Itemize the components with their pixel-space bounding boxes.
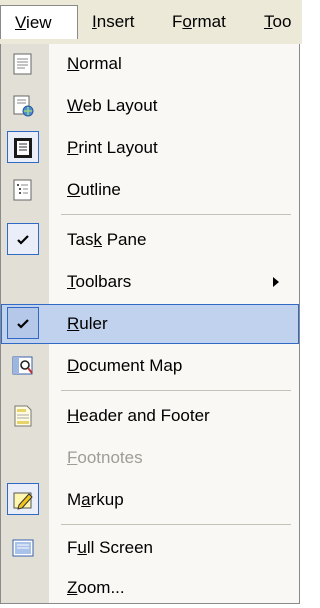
document-map-icon	[12, 356, 33, 375]
menu-separator	[61, 524, 291, 525]
menubar-view[interactable]: View	[0, 5, 78, 39]
menu-separator	[61, 214, 291, 215]
submenu-arrow-icon	[273, 277, 279, 287]
menubar-insert-rest: nsert	[96, 12, 135, 31]
menubar-format-pre: F	[172, 12, 183, 31]
menu-item-task-pane-label: Task Pane	[67, 230, 147, 249]
menu-item-print-layout-label: Print Layout	[67, 138, 158, 157]
full-screen-icon	[12, 539, 34, 557]
menu-item-markup[interactable]: Markup	[1, 480, 299, 520]
menu-item-ruler-label: Ruler	[67, 314, 108, 333]
menu-bar: View Insert Format Too	[0, 0, 302, 44]
menubar-insert[interactable]: Insert	[92, 11, 135, 33]
menu-item-ruler[interactable]: Ruler	[1, 304, 299, 344]
menu-item-web-layout-label: Web Layout	[67, 96, 158, 115]
menu-item-full-screen[interactable]: Full Screen	[1, 528, 299, 568]
menu-item-normal[interactable]: Normal	[1, 44, 299, 84]
menubar-tools-mnemonic: T	[264, 12, 273, 31]
menu-item-header-footer-label: Header and Footer	[67, 406, 210, 425]
menu-item-header-footer[interactable]: Header and Footer	[1, 396, 299, 436]
menu-item-document-map-label: Document Map	[67, 356, 183, 375]
header-footer-icon	[14, 405, 32, 427]
markup-icon	[13, 492, 33, 510]
checkmark-icon	[17, 235, 29, 245]
menu-item-web-layout[interactable]: Web Layout	[1, 86, 299, 126]
menubar-tools[interactable]: Too	[264, 11, 291, 33]
menu-item-print-layout[interactable]: Print Layout	[1, 128, 299, 168]
menu-item-task-pane[interactable]: Task Pane	[1, 220, 299, 260]
menu-item-zoom[interactable]: Zoom...	[1, 568, 299, 608]
print-layout-icon	[14, 138, 32, 158]
menubar-format-rest: rmat	[191, 12, 226, 31]
menu-item-toolbars-label: Toolbars	[67, 272, 132, 291]
web-layout-icon	[13, 95, 34, 117]
menubar-view-mnemonic: V	[15, 13, 27, 32]
menubar-format[interactable]: Format	[172, 11, 226, 33]
menu-item-markup-label: Markup	[67, 490, 124, 509]
outline-view-icon	[13, 179, 32, 201]
menubar-format-mnemonic: o	[182, 12, 192, 31]
menu-item-full-screen-label: Full Screen	[67, 538, 153, 557]
menu-item-toolbars[interactable]: Toolbars	[1, 262, 299, 302]
menu-item-outline-label: Outline	[67, 180, 121, 199]
menu-item-document-map[interactable]: Document Map	[1, 346, 299, 386]
normal-view-icon	[13, 53, 32, 75]
checkmark-icon	[17, 319, 29, 329]
menubar-tools-rest: oo	[272, 12, 292, 31]
menubar-view-rest: iew	[26, 13, 52, 32]
menu-item-outline[interactable]: Outline	[1, 170, 299, 210]
view-menu-dropdown: Normal Web Layout Print Layout Outline T…	[0, 44, 300, 604]
menu-separator	[61, 390, 291, 391]
menu-item-normal-label: Normal	[67, 54, 122, 73]
menu-item-zoom-label: Zoom...	[67, 578, 125, 597]
menu-item-footnotes: Footnotes	[1, 438, 299, 478]
menu-item-footnotes-label: Footnotes	[67, 448, 143, 467]
